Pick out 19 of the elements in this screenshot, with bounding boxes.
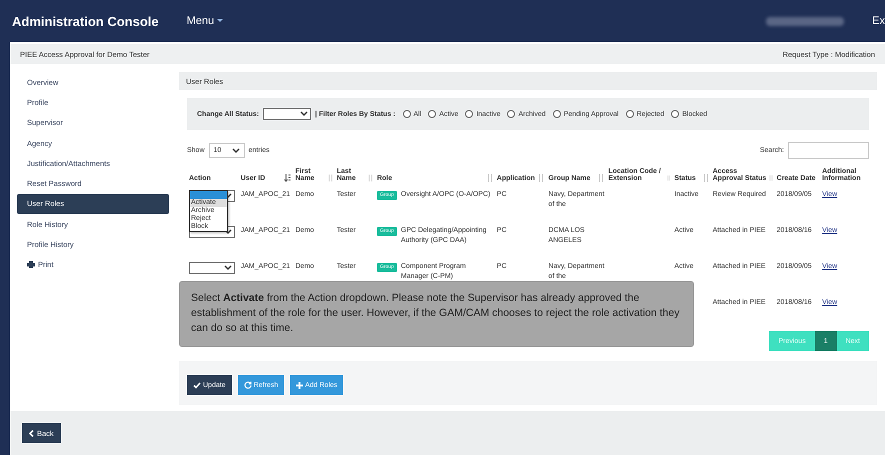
refresh-icon	[244, 381, 252, 389]
chevron-left-icon	[29, 430, 34, 436]
radio-button[interactable]	[465, 110, 474, 118]
caret-icon	[217, 19, 224, 23]
tooltip-message: Select Activate from the Action dropdown. Please note the Supervisor has already approved the establishment of the role for the user. However, if the GAM/CAM chooses to reject the role activation they can do so at this time.	[179, 281, 694, 347]
radio-button[interactable]	[507, 110, 516, 118]
plus-icon	[296, 382, 304, 388]
sort-ascending-icon[interactable]	[284, 174, 292, 182]
radio-button[interactable]	[428, 110, 436, 118]
radio-button[interactable]	[671, 110, 680, 118]
menu-dropdown[interactable]: Menu	[186, 15, 224, 27]
header-link[interactable]: Ex	[872, 15, 885, 27]
check-icon	[193, 382, 201, 388]
search-field[interactable]	[788, 142, 869, 159]
app-title: Administration Console	[12, 14, 159, 28]
status-select[interactable]	[262, 108, 311, 120]
radio-button[interactable]	[626, 110, 634, 118]
radio-button[interactable]	[402, 110, 410, 118]
radio-button[interactable]	[552, 110, 561, 118]
